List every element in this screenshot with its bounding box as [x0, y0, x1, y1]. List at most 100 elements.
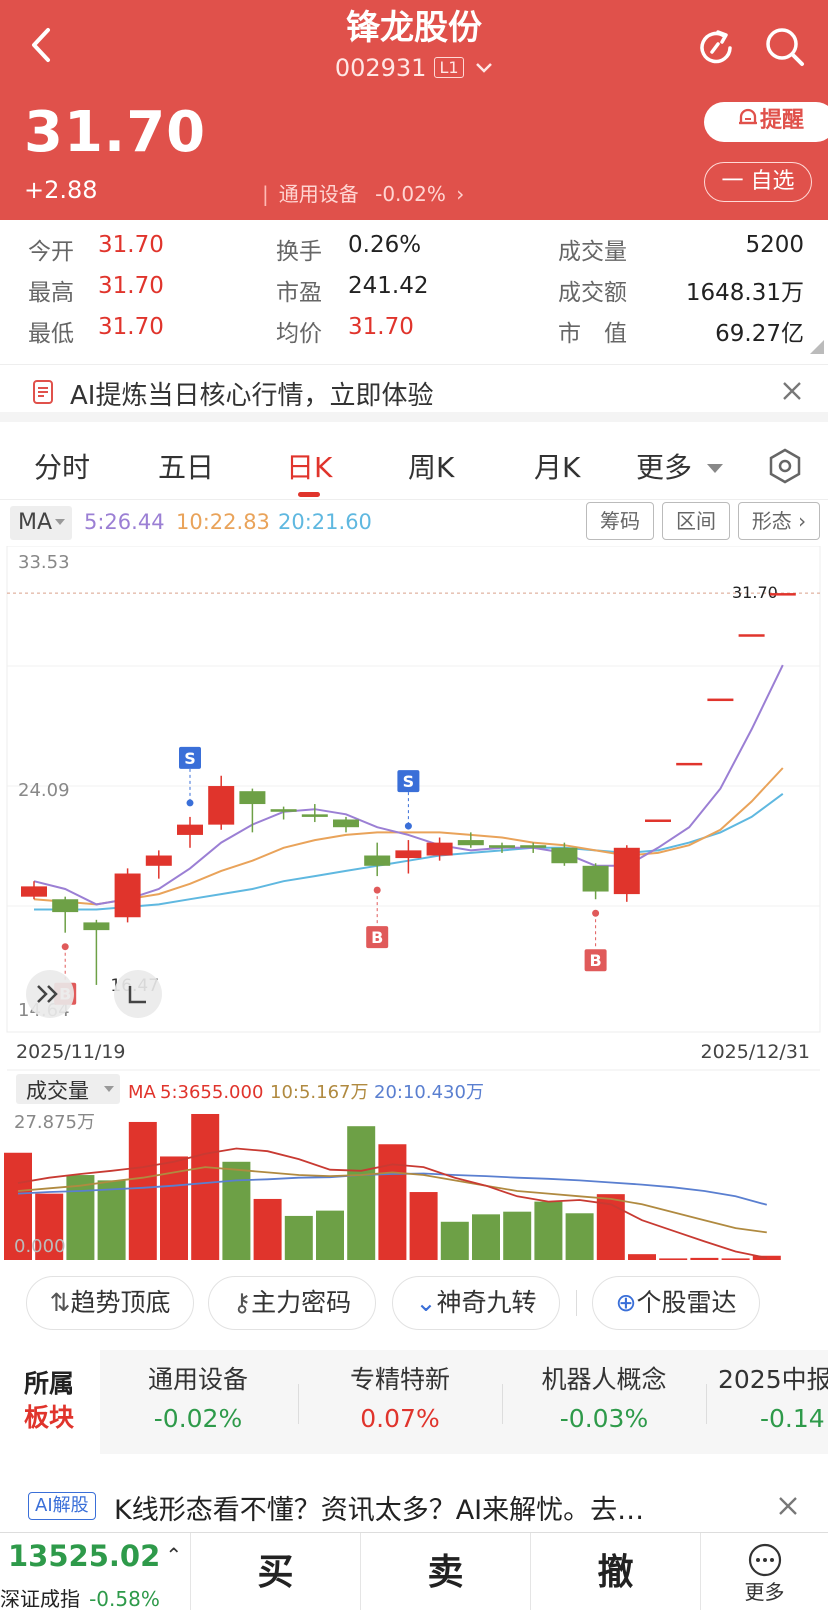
- trend-top-bottom-button[interactable]: ⇅趋势顶底: [26, 1276, 194, 1330]
- ai-banner-text: AI提炼当日核心行情，立即体验: [70, 381, 434, 411]
- last-price-label: 31.70: [732, 583, 778, 602]
- collapse-button[interactable]: [26, 970, 74, 1018]
- signal-label: B: [589, 951, 601, 970]
- candle: [270, 809, 297, 812]
- close-icon[interactable]: [780, 379, 804, 407]
- add-watchlist-button[interactable]: 一 自选: [704, 162, 812, 202]
- sell-button[interactable]: 卖: [360, 1533, 530, 1610]
- ma5-value: 5:26.44: [84, 510, 165, 534]
- chevron-down-icon[interactable]: [475, 52, 493, 80]
- magic-nine-label: 神奇九转: [436, 1288, 537, 1317]
- x-end-label: 2025/12/31: [700, 1041, 810, 1063]
- stat-avg-value: 31.70: [348, 314, 414, 340]
- ma-selector[interactable]: MA: [10, 506, 72, 540]
- up-down-arrows-icon: ⇅: [49, 1288, 71, 1317]
- settings-icon[interactable]: [768, 448, 802, 488]
- sector-item-name: 通用设备: [147, 1365, 248, 1394]
- candle: [457, 840, 484, 846]
- caret-up-icon: ⌃: [165, 1543, 183, 1567]
- candle: [239, 791, 266, 805]
- tab-more[interactable]: 更多: [636, 446, 723, 486]
- range-button[interactable]: 区间: [662, 502, 730, 540]
- volume-bar: [128, 1121, 157, 1260]
- volume-bar: [284, 1215, 313, 1260]
- chevron-right-icon: ›: [456, 182, 465, 206]
- stat-low-value: 31.70: [98, 314, 164, 340]
- ai-news-bar[interactable]: AI解股 K线形态看不懂？资讯太多？AI来解忧。去…: [0, 1476, 828, 1536]
- stat-open-label: 今开: [28, 239, 74, 265]
- main-force-code-button[interactable]: ⚷主力密码: [208, 1276, 376, 1330]
- sector-link[interactable]: | 通用设备 -0.02% ›: [262, 178, 464, 207]
- signal-label: S: [184, 749, 196, 768]
- sector-item[interactable]: 2025中报 -0.14: [718, 1360, 828, 1433]
- magic-nine-button[interactable]: ⌄神奇九转: [392, 1276, 560, 1330]
- refresh-icon[interactable]: [694, 26, 738, 74]
- ai-banner[interactable]: AI提炼当日核心行情，立即体验: [0, 364, 828, 422]
- pattern-button[interactable]: 形态 ›: [738, 502, 820, 540]
- sector-item[interactable]: 专精特新 0.07%: [302, 1360, 498, 1433]
- volume-bar: [222, 1161, 251, 1260]
- ma20-value: 20:21.60: [278, 510, 372, 534]
- stat-turnover-value: 0.26%: [348, 232, 422, 258]
- candle: [769, 593, 796, 596]
- tab-daily-k[interactable]: 日K: [286, 446, 332, 486]
- candle: [582, 865, 609, 892]
- price-change: +2.88: [24, 176, 98, 204]
- candle: [426, 842, 453, 856]
- expand-corner-icon[interactable]: [810, 340, 824, 354]
- candle: [83, 922, 110, 931]
- volume-bar: [97, 1180, 126, 1260]
- index-widget[interactable]: 13525.02 ⌃: [8, 1539, 182, 1573]
- stat-turnover-label: 换手: [276, 239, 322, 265]
- volume-bar: [66, 1175, 95, 1260]
- sector-item[interactable]: 机器人概念 -0.03%: [506, 1360, 702, 1433]
- volume-bar: [628, 1254, 656, 1260]
- stat-volume-label: 成交量: [558, 239, 627, 265]
- stat-high-value: 31.70: [98, 273, 164, 299]
- vol-ma10-label: 10:5.167万: [270, 1082, 369, 1103]
- tool-buttons: ⇅趋势顶底 ⚷主力密码 ⌄神奇九转 ⊕个股雷达: [0, 1276, 828, 1336]
- volume-bar: [316, 1210, 344, 1260]
- tab-intraday[interactable]: 分时: [34, 446, 90, 486]
- sector-title-top: 所属: [24, 1369, 75, 1398]
- stat-low-label: 最低: [28, 321, 74, 347]
- chip-button[interactable]: 筹码: [586, 502, 654, 540]
- close-icon[interactable]: [776, 1494, 800, 1522]
- sector-item-name: 2025中报: [718, 1365, 828, 1394]
- more-button[interactable]: 更多: [700, 1533, 828, 1610]
- candle: [520, 845, 547, 848]
- volume-bar: [409, 1192, 438, 1260]
- rotate-button[interactable]: [114, 970, 162, 1018]
- tab-weekly-k[interactable]: 周K: [408, 446, 454, 486]
- sector-item[interactable]: 通用设备 -0.02%: [100, 1360, 296, 1433]
- sector-title-bottom: 板块: [24, 1403, 75, 1432]
- level-badge: L1: [434, 57, 464, 78]
- active-tab-indicator: [298, 492, 320, 497]
- last-price: 31.70: [24, 100, 207, 165]
- volume-bar: [503, 1211, 532, 1260]
- bell-icon: [736, 105, 760, 143]
- buy-button[interactable]: 买: [190, 1533, 360, 1610]
- candle: [676, 762, 703, 766]
- candle: [551, 847, 578, 864]
- candle: [177, 824, 203, 835]
- candle: [645, 819, 671, 822]
- vol-ma20-label: 20:10.430万: [374, 1082, 484, 1103]
- candle: [364, 855, 391, 866]
- remind-button[interactable]: 提醒: [704, 102, 828, 142]
- caret-down-icon: [706, 464, 723, 473]
- quote-stats: 今开 31.70 最高 31.70 最低 31.70 换手 0.26% 市盈 2…: [0, 222, 828, 362]
- vol-ma5-label: 5:3655.000: [160, 1082, 263, 1103]
- tab-five-day[interactable]: 五日: [158, 446, 214, 486]
- cancel-order-button[interactable]: 撤: [530, 1533, 700, 1610]
- search-icon[interactable]: [762, 24, 808, 74]
- tab-monthly-k[interactable]: 月K: [534, 446, 580, 486]
- candle: [21, 886, 47, 897]
- vol-bottom-label: 0.000: [14, 1236, 66, 1257]
- stock-radar-button[interactable]: ⊕个股雷达: [592, 1276, 760, 1330]
- y-mid-label: 24.09: [18, 780, 70, 801]
- volume-bar: [659, 1258, 688, 1260]
- sector-item-pct: 0.07%: [360, 1404, 440, 1433]
- kline-chart[interactable]: 33.53 24.09 14.64 31.70 BSBSB 16.47 2025…: [0, 546, 828, 1266]
- sector-item-name: 专精特新: [349, 1365, 450, 1394]
